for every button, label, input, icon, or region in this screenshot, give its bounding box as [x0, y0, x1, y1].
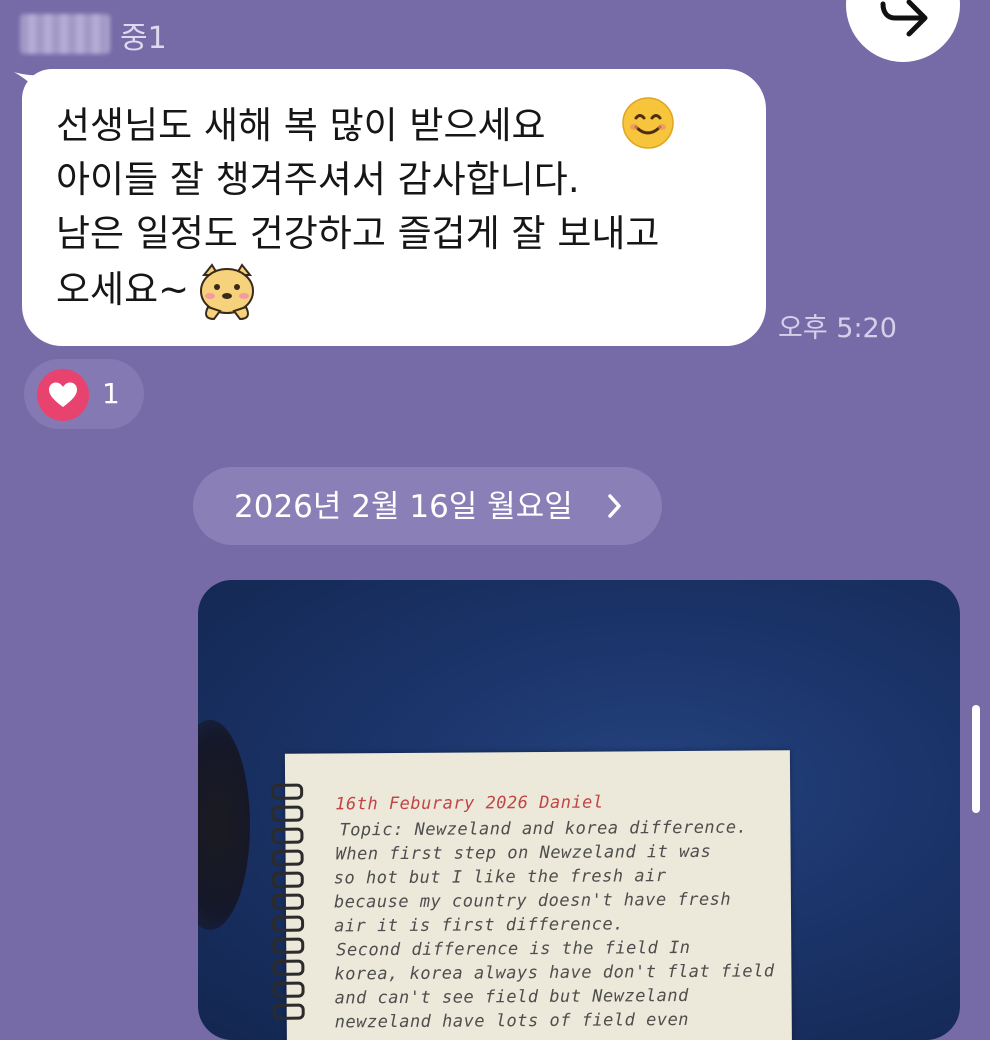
- heart-reaction[interactable]: [37, 369, 89, 421]
- notebook-page-image: 16th Feburary 2026 Daniel Topic: Newzela…: [271, 750, 793, 1040]
- spiral-ring: [271, 783, 304, 800]
- reaction-count: 1: [102, 377, 120, 410]
- notebook-text-line: Second difference is the field In: [336, 937, 691, 961]
- date-divider-label: 2026년 2월 16일 월요일: [234, 489, 573, 525]
- spiral-ring: [272, 959, 305, 976]
- message-line-1: 선생님도 새해 복 많이 받으세요: [56, 104, 546, 147]
- spiral-ring: [272, 981, 305, 998]
- message-line-4: 오세요~: [56, 268, 190, 311]
- spiral-ring: [272, 915, 305, 932]
- scrollbar-thumb[interactable]: [972, 705, 980, 813]
- message-line-2: 아이들 잘 챙겨주셔서 감사합니다.: [56, 158, 580, 201]
- photo-attachment[interactable]: 16th Feburary 2026 Daniel Topic: Newzela…: [198, 580, 960, 1040]
- notebook-text-line: korea, korea always have don't flat fiel…: [334, 961, 775, 985]
- notebook-text-line: and can't see field but Newzeland: [334, 985, 689, 1009]
- spiral-ring: [271, 893, 304, 910]
- smiling-face-emoji: [622, 97, 674, 149]
- notebook-text-line: 16th Feburary 2026 Daniel: [335, 792, 604, 815]
- photo-dark-object: [198, 720, 250, 930]
- notebook-text-line: air it is first difference.: [334, 914, 625, 937]
- cat-sticker-emoji: [200, 263, 254, 321]
- notebook-text-line: When first step on Newzeland it was: [335, 841, 712, 865]
- spiral-ring: [271, 805, 304, 822]
- message-line-3: 남은 일정도 건강하고 즐겁게 잘 보내고: [56, 212, 660, 255]
- sender-name-suffix: 중1: [120, 21, 167, 56]
- spiral-ring: [271, 849, 304, 866]
- spiral-ring: [271, 871, 304, 888]
- share-button[interactable]: [846, 0, 960, 62]
- notebook-text-line: so hot but I like the fresh air: [333, 866, 667, 889]
- spiral-ring: [272, 1003, 305, 1020]
- share-arrow-icon: [880, 0, 928, 37]
- message-timestamp: 오후 5:20: [778, 313, 897, 344]
- notebook-text-line: newzeland have lots of field even: [334, 1009, 690, 1033]
- spiral-ring: [271, 827, 304, 844]
- spiral-ring: [272, 937, 305, 954]
- notebook-text-line: because my country doesn't have fresh: [333, 889, 732, 913]
- sender-name-blurred: [20, 14, 110, 54]
- notebook-text-line: Topic: Newzeland and korea difference.: [339, 817, 748, 841]
- chevron-right-icon: [608, 494, 621, 518]
- heart-icon: [49, 382, 77, 407]
